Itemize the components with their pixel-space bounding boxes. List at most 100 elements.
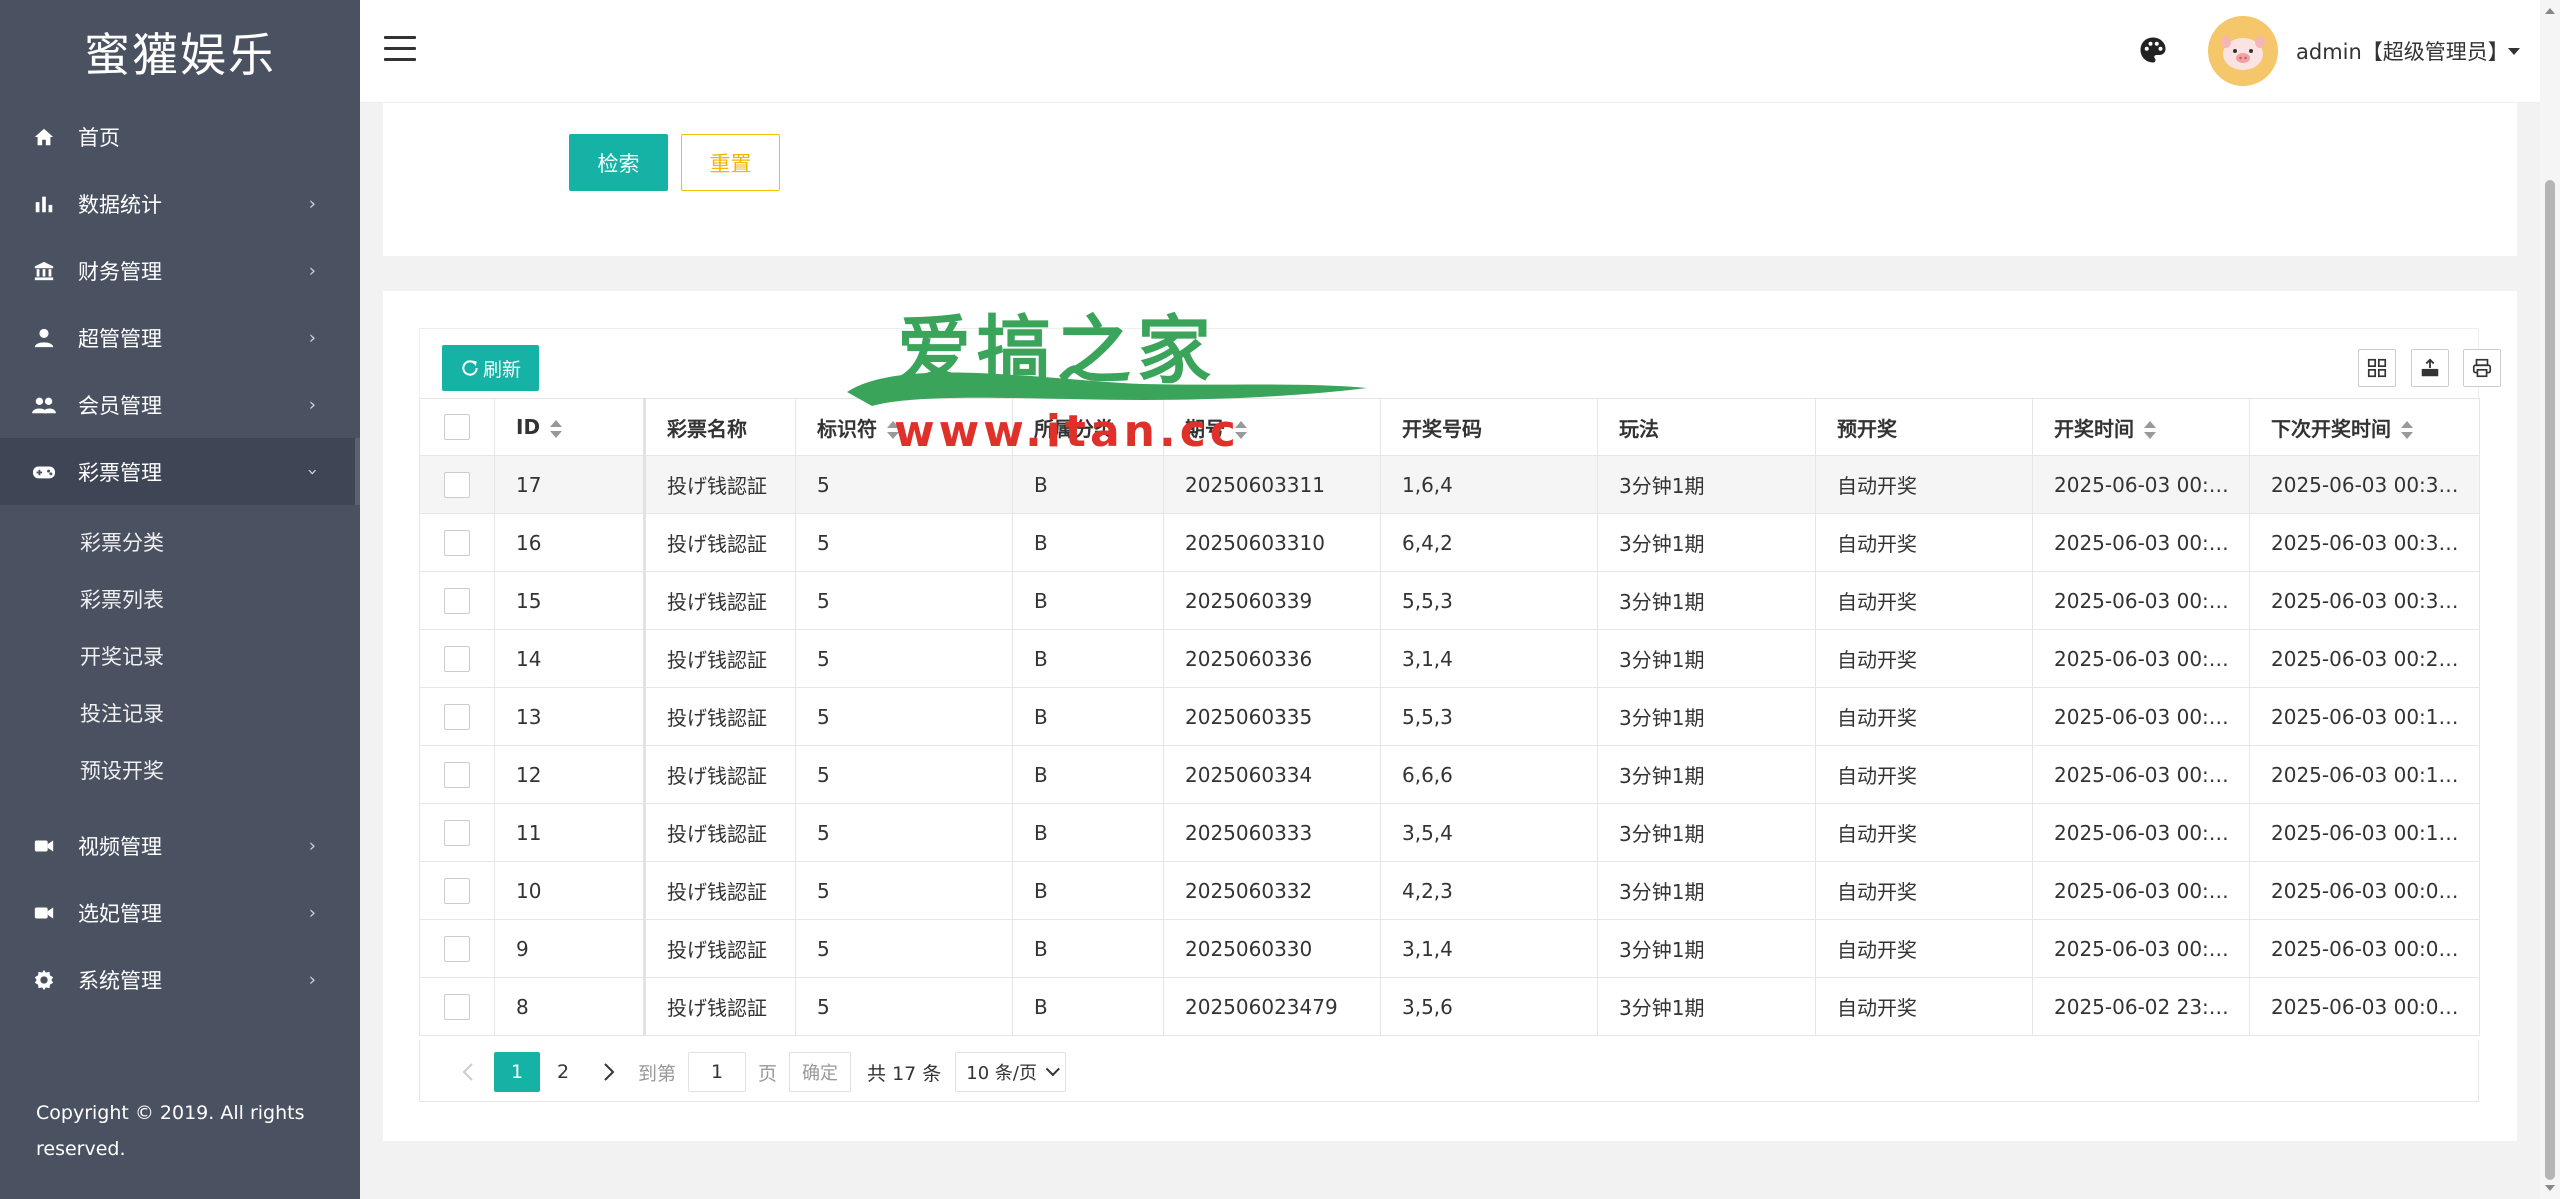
cell-draw-time: 2025-06-03 00:…	[2032, 629, 2250, 688]
table-row[interactable]: 10 投げ钱認証 5 B 2025060332 4,2,3 3分钟1期 自动开奖…	[419, 861, 2480, 920]
page-size-value: 10 条/页	[966, 1063, 1037, 1084]
cell-next-draw-time: 2025-06-03 00:3…	[2249, 455, 2480, 514]
scroll-up-icon[interactable]	[2545, 8, 2555, 14]
table-row[interactable]: 8 投げ钱認証 5 B 202506023479 3,5,6 3分钟1期 自动开…	[419, 977, 2480, 1036]
select-all-checkbox[interactable]	[444, 414, 470, 441]
palette-icon[interactable]	[2138, 35, 2170, 67]
row-checkbox[interactable]	[444, 471, 470, 498]
cell-next-draw-time: 2025-06-03 00:2…	[2249, 629, 2480, 688]
sidebar-subitem-category[interactable]: 彩票分类	[0, 513, 360, 570]
sort-icon[interactable]	[2144, 421, 2156, 439]
user-name[interactable]: admin【超级管理员】	[2296, 36, 2509, 66]
sort-icon[interactable]	[887, 421, 899, 439]
sort-icon[interactable]	[2401, 421, 2413, 439]
table-row[interactable]: 16 投げ钱認証 5 B 20250603310 6,4,2 3分钟1期 自动开…	[419, 513, 2480, 572]
cell-issue: 2025060334	[1163, 745, 1381, 804]
search-button[interactable]: 检索	[569, 134, 668, 191]
table-row[interactable]: 9 投げ钱認証 5 B 2025060330 3,1,4 3分钟1期 自动开奖 …	[419, 919, 2480, 978]
cell-draw-time: 2025-06-03 00:…	[2032, 513, 2250, 572]
refresh-button[interactable]: 刷新	[442, 345, 539, 391]
cell-next-draw-time: 2025-06-03 00:3…	[2249, 513, 2480, 572]
cell-name: 投げ钱認証	[644, 745, 796, 804]
page-button-current[interactable]: 1	[494, 1052, 540, 1092]
cell-play: 3分钟1期	[1597, 629, 1816, 688]
table-row[interactable]: 13 投げ钱認証 5 B 2025060335 5,5,3 3分钟1期 自动开奖…	[419, 687, 2480, 746]
table-row[interactable]: 11 投げ钱認証 5 B 2025060333 3,5,4 3分钟1期 自动开奖…	[419, 803, 2480, 862]
cell-category: B	[1012, 861, 1164, 920]
row-checkbox[interactable]	[444, 819, 470, 846]
sidebar-subitem-list[interactable]: 彩票列表	[0, 570, 360, 627]
row-checkbox[interactable]	[444, 529, 470, 556]
column-header-category: 所属分类	[1012, 398, 1164, 456]
cell-numbers: 5,5,3	[1380, 571, 1598, 630]
cell-play: 3分钟1期	[1597, 745, 1816, 804]
cell-name: 投げ钱認証	[644, 803, 796, 862]
sidebar-subitem-draw-records[interactable]: 开奖记录	[0, 627, 360, 684]
reset-button[interactable]: 重置	[681, 134, 780, 191]
cell-next-draw-time: 2025-06-03 00:1…	[2249, 687, 2480, 746]
columns-filter-icon[interactable]	[2358, 349, 2396, 387]
row-checkbox[interactable]	[444, 703, 470, 730]
refresh-label: 刷新	[482, 358, 521, 381]
sidebar-item-concubine[interactable]: 选妃管理 ›	[0, 879, 360, 946]
export-icon[interactable]	[2411, 349, 2449, 387]
row-checkbox[interactable]	[444, 877, 470, 904]
page-button[interactable]: 2	[540, 1052, 586, 1092]
column-header-name: 彩票名称	[644, 398, 796, 456]
row-select-cell	[419, 919, 495, 978]
sidebar-subitem-bet-records[interactable]: 投注记录	[0, 684, 360, 741]
cell-draw-time: 2025-06-03 00:…	[2032, 455, 2250, 514]
column-header-issue[interactable]: 期号	[1163, 398, 1381, 456]
pagination-bar: 1 2 到第 页 确定 共 17 条 10 条/页	[419, 1040, 2479, 1102]
sidebar-item-video[interactable]: 视频管理 ›	[0, 812, 360, 879]
cell-draw-time: 2025-06-03 00:…	[2032, 861, 2250, 920]
sidebar-item-finance[interactable]: 财务管理 ›	[0, 237, 360, 304]
cell-play: 3分钟1期	[1597, 455, 1816, 514]
users-icon	[32, 393, 56, 417]
row-checkbox[interactable]	[444, 761, 470, 788]
menu-toggle-icon[interactable]	[384, 36, 416, 62]
table-row[interactable]: 15 投げ钱認証 5 B 2025060339 5,5,3 3分钟1期 自动开奖…	[419, 571, 2480, 630]
avatar[interactable]	[2208, 16, 2278, 86]
page-number-input[interactable]	[688, 1052, 747, 1092]
cell-id: 9	[494, 919, 646, 978]
cell-issue: 202506023479	[1163, 977, 1381, 1036]
sidebar-item-home[interactable]: 首页	[0, 103, 360, 170]
column-header-next-draw-time[interactable]: 下次开奖时间	[2249, 398, 2480, 456]
column-header-identifier[interactable]: 标识符	[795, 398, 1013, 456]
row-checkbox[interactable]	[444, 587, 470, 614]
chevron-left-icon[interactable]	[446, 1052, 490, 1092]
sort-icon[interactable]	[1235, 421, 1247, 439]
chevron-right-icon[interactable]	[586, 1052, 632, 1092]
row-checkbox[interactable]	[444, 645, 470, 672]
page-scrollbar[interactable]	[2540, 0, 2560, 1199]
sidebar-subitem-preset-draw[interactable]: 预设开奖	[0, 741, 360, 798]
cell-category: B	[1012, 803, 1164, 862]
confirm-page-button[interactable]: 确定	[789, 1052, 852, 1092]
sidebar-item-admin[interactable]: 超管管理 ›	[0, 304, 360, 371]
chevron-down-icon: ›	[301, 467, 323, 476]
bar-chart-icon	[32, 192, 56, 216]
sidebar-item-statistics[interactable]: 数据统计 ›	[0, 170, 360, 237]
print-icon[interactable]	[2463, 349, 2501, 387]
table-row[interactable]: 12 投げ钱認証 5 B 2025060334 6,6,6 3分钟1期 自动开奖…	[419, 745, 2480, 804]
sort-icon[interactable]	[550, 419, 563, 438]
sidebar-item-members[interactable]: 会员管理 ›	[0, 371, 360, 438]
scroll-down-icon[interactable]	[2545, 1185, 2555, 1191]
scroll-thumb[interactable]	[2545, 180, 2555, 1180]
column-header-draw-time[interactable]: 开奖时间	[2032, 398, 2250, 456]
sidebar-item-system[interactable]: 系统管理 ›	[0, 946, 360, 1013]
sidebar-item-lottery[interactable]: 彩票管理 ›	[0, 438, 360, 505]
cell-numbers: 3,1,4	[1380, 919, 1598, 978]
cell-id: 13	[494, 687, 646, 746]
cell-identifier: 5	[795, 861, 1013, 920]
refresh-icon	[460, 358, 480, 378]
table-header-row: ID 彩票名称 标识符 所属分类 期号 开奖号码 玩法 预开奖 开奖时间 下次开…	[419, 398, 2480, 456]
table-row[interactable]: 17 投げ钱認証 5 B 20250603311 1,6,4 3分钟1期 自动开…	[419, 455, 2480, 514]
column-header-id[interactable]: ID	[494, 398, 646, 456]
row-checkbox[interactable]	[444, 935, 470, 962]
caret-down-icon[interactable]	[2508, 48, 2520, 55]
page-size-select[interactable]: 10 条/页	[955, 1052, 1066, 1092]
table-row[interactable]: 14 投げ钱認証 5 B 2025060336 3,1,4 3分钟1期 自动开奖…	[419, 629, 2480, 688]
row-checkbox[interactable]	[444, 993, 470, 1020]
